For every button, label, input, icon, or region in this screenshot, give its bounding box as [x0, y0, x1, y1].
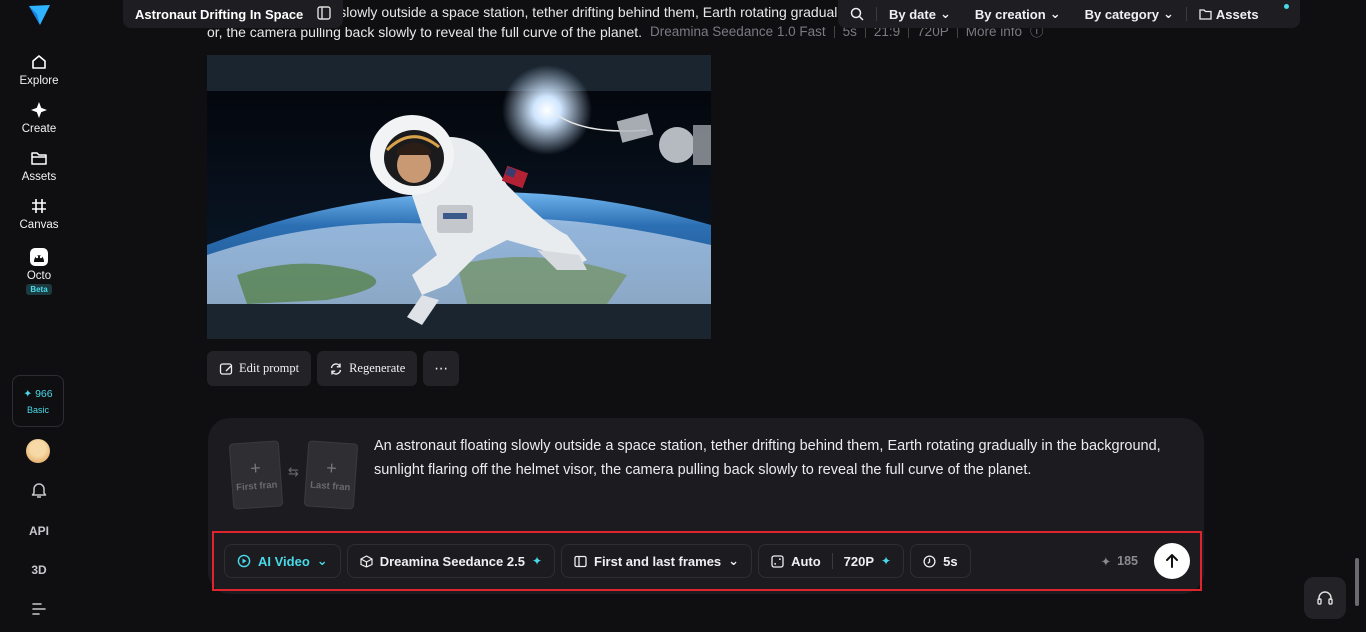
chevron-down-icon: ⌄	[1163, 6, 1174, 21]
ratio-label: Auto	[791, 553, 821, 569]
chevron-down-icon: ⌄	[939, 6, 951, 21]
filter-label: By date	[889, 6, 936, 22]
sidebar-item-label: Assets	[21, 171, 57, 183]
swap-icon[interactable]: ⇆	[288, 464, 299, 480]
sidebar-item-octo[interactable]: Octo Beta	[4, 247, 74, 295]
generation-toolbar: AI Video ⌄ Dreamina Seedance 2.5 ✦ First…	[212, 531, 1202, 591]
credits-box[interactable]: ✦ 966 Basic	[12, 375, 64, 427]
cube-icon	[360, 554, 373, 568]
folder-icon	[29, 148, 49, 168]
credits-value: 966	[35, 387, 53, 400]
refresh-icon	[330, 362, 342, 375]
video-frame	[207, 65, 711, 325]
home-icon	[29, 52, 49, 72]
first-frame-upload[interactable]: + First fran	[228, 440, 284, 510]
prompt-composer: + First fran ⇆ + Last fran An astronaut …	[208, 418, 1204, 594]
plus-icon: +	[249, 457, 262, 478]
api-link[interactable]: API	[0, 524, 78, 538]
edit-prompt-label: Edit prompt	[239, 361, 300, 375]
chevron-down-icon: ⌄	[728, 553, 740, 568]
sidebar-item-label: Create	[21, 123, 57, 135]
assets-label: Assets	[1215, 6, 1259, 22]
plus-icon: +	[325, 457, 338, 478]
search-icon[interactable]	[848, 7, 876, 21]
model-name: Dreamina Seedance 1.0 Fast	[650, 24, 826, 39]
assets-button[interactable]: Assets	[1187, 7, 1271, 22]
sparkle-icon: ✦	[1100, 554, 1112, 569]
chevron-down-icon: ⌄	[316, 553, 328, 568]
sidebar-item-label: Octo	[26, 270, 52, 282]
video-preview[interactable]	[207, 55, 711, 339]
plan-label: Basic	[26, 404, 49, 415]
sparkle-icon: ✦	[531, 554, 542, 568]
filter-bar: By date ⌄ By creation ⌄ By category ⌄ Asset…	[838, 0, 1300, 28]
sidebar-item-assets[interactable]: Assets	[4, 148, 74, 183]
3d-link[interactable]: 3D	[0, 563, 78, 577]
octo-icon	[29, 247, 49, 267]
divider	[833, 26, 835, 38]
filter-label: By creation	[974, 6, 1046, 22]
grid-icon	[29, 196, 49, 216]
last-frame-upload[interactable]: + Last fran	[303, 440, 359, 510]
mode-selector[interactable]: AI Video ⌄	[224, 544, 341, 578]
sparkle-icon: ✦	[23, 387, 33, 400]
sidebar-item-create[interactable]: Create	[4, 100, 74, 135]
title-bar: Astronaut Drifting In Space	[123, 0, 344, 28]
last-frame-label: Last fran	[309, 479, 351, 493]
bell-icon[interactable]	[0, 481, 78, 502]
ratio-resolution-selector[interactable]: Auto 720P ✦	[758, 544, 905, 578]
beta-badge: Beta	[26, 284, 52, 295]
generation-cost: ✦ 185	[1101, 554, 1138, 569]
frames-icon	[574, 555, 587, 567]
scrollbar-thumb[interactable]	[1355, 558, 1359, 606]
filter-label: By category	[1084, 6, 1160, 22]
sparkle-icon	[29, 100, 49, 120]
page-title: Astronaut Drifting In Space	[135, 6, 304, 22]
cost-value: 185	[1117, 554, 1138, 568]
app: Explore Create Assets Canvas Octo Beta ✦…	[0, 0, 1366, 632]
sidebar-item-label: Canvas	[19, 219, 59, 231]
model-selector[interactable]: Dreamina Seedance 2.5 ✦	[346, 544, 555, 578]
menu-icon[interactable]	[0, 602, 78, 619]
first-frame-label: First fran	[235, 479, 278, 493]
frames-mode-selector[interactable]: First and last frames ⌄	[561, 544, 753, 578]
credits-amount: ✦ 966	[23, 388, 52, 400]
sidebar: Explore Create Assets Canvas Octo Beta ✦…	[0, 0, 78, 632]
duration-selector[interactable]: 5s	[910, 544, 971, 578]
more-horizontal-icon: ⋯	[434, 360, 449, 377]
regenerate-button[interactable]: Regenerate	[317, 351, 418, 386]
sparkle-icon: ✦	[881, 554, 892, 568]
filter-by-creation[interactable]: By creation ⌄	[963, 6, 1073, 22]
clock-icon	[923, 554, 936, 568]
chevron-down-icon: ⌄	[1049, 6, 1061, 21]
support-button[interactable]	[1304, 577, 1346, 619]
filter-by-category[interactable]: By category ⌄	[1073, 6, 1186, 22]
sidebar-item-explore[interactable]: Explore	[4, 52, 74, 87]
panel-toggle-icon[interactable]	[317, 5, 331, 23]
prompt-input[interactable]: An astronaut floating slowly outside a s…	[374, 434, 1184, 482]
video-play-icon	[237, 554, 251, 568]
sidebar-item-canvas[interactable]: Canvas	[4, 196, 74, 231]
arrow-up-icon	[1166, 554, 1178, 568]
edit-icon	[219, 362, 233, 375]
avatar[interactable]	[26, 439, 50, 463]
folder-icon	[1199, 9, 1212, 20]
duration-label: 5s	[943, 553, 958, 569]
divider	[831, 553, 833, 569]
model-label: Dreamina Seedance 2.5	[379, 553, 525, 569]
logo-icon[interactable]	[26, 2, 52, 28]
filter-by-date[interactable]: By date ⌄	[877, 6, 963, 22]
resolution-label: 720P	[843, 553, 875, 569]
mode-label: AI Video	[258, 553, 310, 569]
sidebar-item-label: Explore	[19, 75, 59, 87]
regenerate-label: Regenerate	[349, 361, 406, 375]
generation-actions: Edit prompt Regenerate ⋯	[207, 351, 460, 386]
more-options-button[interactable]: ⋯	[423, 351, 460, 386]
send-button[interactable]	[1154, 543, 1190, 579]
frames-mode-label: First and last frames	[594, 553, 722, 569]
notification-dot	[1284, 4, 1289, 9]
aspect-ratio-icon	[771, 554, 784, 568]
headset-icon	[1317, 591, 1333, 605]
edit-prompt-button[interactable]: Edit prompt	[207, 351, 312, 386]
